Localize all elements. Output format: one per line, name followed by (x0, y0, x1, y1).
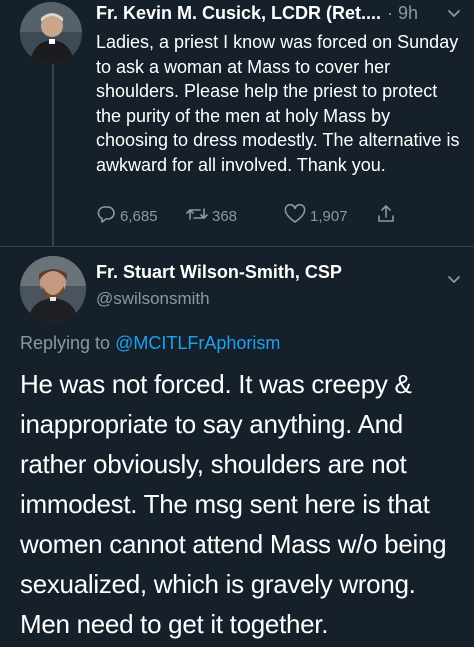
parent-tweet[interactable]: Fr. Kevin M. Cusick, LCDR (Ret.... · 9h L… (0, 0, 474, 246)
tweet-actions: 6,685 368 1,907 (96, 203, 416, 228)
retweet-button[interactable]: 368 (186, 204, 284, 228)
tweet-text: Ladies, a priest I know was forced on Su… (96, 32, 460, 175)
like-button[interactable]: 1,907 (284, 203, 376, 228)
reply-icon (96, 204, 120, 228)
retweet-icon (186, 204, 212, 228)
chevron-down-icon[interactable] (446, 6, 462, 22)
reply-count: 6,685 (120, 207, 158, 225)
avatar[interactable] (20, 2, 82, 64)
share-icon (376, 204, 400, 228)
retweet-count: 368 (212, 207, 238, 225)
thread-line (52, 56, 54, 246)
heart-icon (284, 203, 310, 228)
replying-to: Replying to @MCITLFrAphorism (20, 333, 280, 354)
tweet-header: Fr. Kevin M. Cusick, LCDR (Ret.... · 9h (96, 3, 466, 29)
share-button[interactable] (376, 204, 400, 228)
replying-prefix: Replying to (20, 333, 111, 353)
author-name[interactable]: Fr. Stuart Wilson-Smith, CSP (96, 262, 342, 283)
author-handle[interactable]: @swilsonsmith (96, 289, 210, 309)
chevron-down-icon[interactable] (446, 272, 462, 288)
divider (0, 246, 474, 247)
reply-tweet-text: He was not forced. It was creepy & inapp… (20, 369, 447, 639)
author-name[interactable]: Fr. Kevin M. Cusick, LCDR (Ret.... (96, 3, 381, 23)
reply-button[interactable]: 6,685 (96, 204, 186, 228)
mention-link[interactable]: @MCITLFrAphorism (115, 333, 280, 353)
avatar[interactable] (20, 256, 86, 322)
tweet-time[interactable]: · 9h (387, 3, 418, 23)
like-count: 1,907 (310, 207, 348, 225)
